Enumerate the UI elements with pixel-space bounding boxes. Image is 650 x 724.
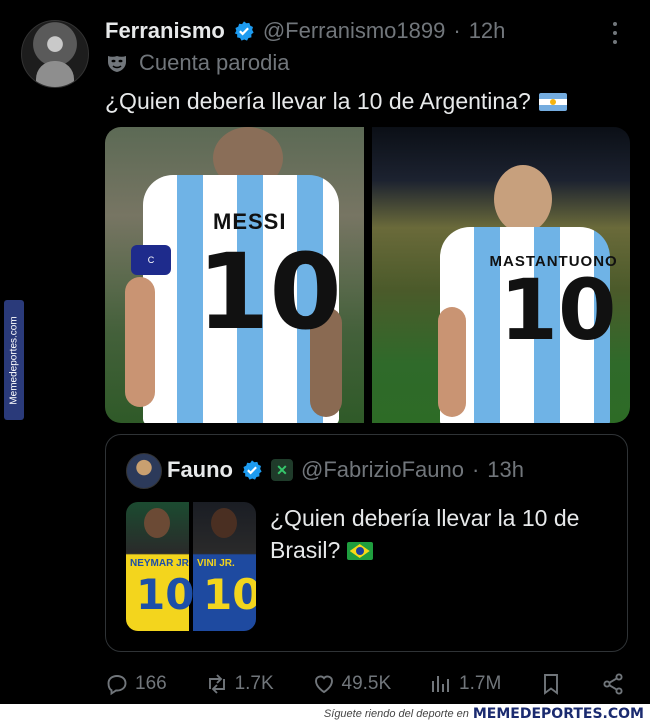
- like-button[interactable]: 49.5K: [312, 672, 392, 696]
- parody-label: Cuenta parodia: [105, 50, 289, 76]
- repost-count: 1.7K: [234, 673, 274, 694]
- footer-watermark: Síguete riendo del deporte en MEMEDEPORT…: [0, 704, 650, 724]
- footer-text: Síguete riendo del deporte en: [323, 708, 469, 720]
- player-arm: [437, 307, 466, 417]
- media-photo-messi[interactable]: C MESSI 10: [105, 127, 364, 423]
- captain-armband: C: [131, 245, 171, 275]
- quoted-author-handle[interactable]: @FabrizioFauno: [301, 457, 464, 483]
- quoted-photo-vini: VINI JR. 10: [193, 502, 256, 631]
- player-head: [211, 508, 237, 538]
- affiliate-badge-icon: ✕: [271, 459, 293, 481]
- views-button[interactable]: 1.7M: [429, 672, 501, 696]
- header-separator: ·: [453, 18, 461, 43]
- avatar-figure: [36, 61, 74, 87]
- author-avatar[interactable]: [21, 20, 89, 88]
- quoted-author-avatar[interactable]: [126, 453, 162, 489]
- reply-icon: [107, 675, 127, 696]
- views-count: 1.7M: [459, 673, 502, 694]
- parody-text: Cuenta parodia: [139, 50, 290, 75]
- quoted-tweet-time[interactable]: 13h: [487, 457, 524, 483]
- tweet-media[interactable]: C MESSI 10 MASTANTUONO 10: [105, 127, 630, 423]
- jersey-name: VINI JR.: [197, 558, 235, 569]
- player-head: [493, 165, 552, 233]
- jersey-number: 10: [203, 570, 256, 619]
- quoted-tweet-header: Fauno ✕ @FabrizioFauno · 13h: [167, 454, 524, 486]
- argentina-flag-icon: [538, 92, 567, 111]
- share-button[interactable]: [601, 672, 625, 696]
- views-icon: [432, 676, 450, 692]
- verified-badge-icon: [234, 21, 254, 41]
- heart-icon: [314, 675, 333, 694]
- reply-count: 166: [135, 673, 167, 694]
- player-arm: [125, 277, 155, 407]
- jersey-name: NEYMAR JR: [130, 558, 189, 569]
- player-head: [144, 508, 170, 538]
- tweet-actions: 166 1.7K 49.5K 1.7M: [105, 668, 625, 700]
- reply-button[interactable]: 166: [105, 672, 167, 696]
- jersey-number: 10: [197, 231, 342, 353]
- author-handle[interactable]: @Ferranismo1899: [263, 18, 446, 44]
- side-watermark-text: Memedeportes.com: [8, 315, 20, 405]
- jersey-number: 10: [499, 261, 617, 359]
- like-count: 49.5K: [341, 673, 392, 694]
- quoted-header-separator: ·: [471, 457, 480, 482]
- tweet-text: ¿Quien debería llevar la 10 de Argentina…: [105, 88, 567, 115]
- author-name[interactable]: Ferranismo: [105, 18, 225, 44]
- more-options-icon[interactable]: [608, 22, 622, 44]
- quoted-author-name[interactable]: Fauno: [167, 457, 233, 483]
- tweet-text-content: ¿Quien debería llevar la 10 de Argentina…: [105, 88, 531, 114]
- quoted-photo-neymar: NEYMAR JR 10: [126, 502, 194, 631]
- verified-badge-icon: [242, 460, 262, 480]
- quoted-media[interactable]: NEYMAR JR 10 VINI JR. 10: [126, 502, 256, 631]
- jersey-number: 10: [136, 570, 195, 619]
- tweet-time[interactable]: 12h: [469, 18, 506, 44]
- repost-icon: [208, 674, 225, 694]
- tweet-header: Ferranismo @Ferranismo1899 · 12h: [105, 16, 505, 46]
- bookmark-icon: [544, 674, 559, 695]
- share-icon: [603, 673, 623, 695]
- quoted-text-content: ¿Quien debería llevar la 10 de Brasil?: [270, 505, 580, 563]
- quoted-tweet-text: ¿Quien debería llevar la 10 de Brasil?: [270, 502, 610, 566]
- footer-brand: MEMEDEPORTES.COM: [472, 706, 644, 722]
- media-photo-mastantuono[interactable]: MASTANTUONO 10: [371, 127, 630, 423]
- side-watermark: Memedeportes.com: [4, 300, 24, 420]
- repost-button[interactable]: 1.7K: [205, 672, 274, 696]
- bookmark-button[interactable]: [539, 672, 563, 696]
- brazil-flag-icon: [346, 542, 373, 560]
- parody-mask-icon: [108, 56, 126, 72]
